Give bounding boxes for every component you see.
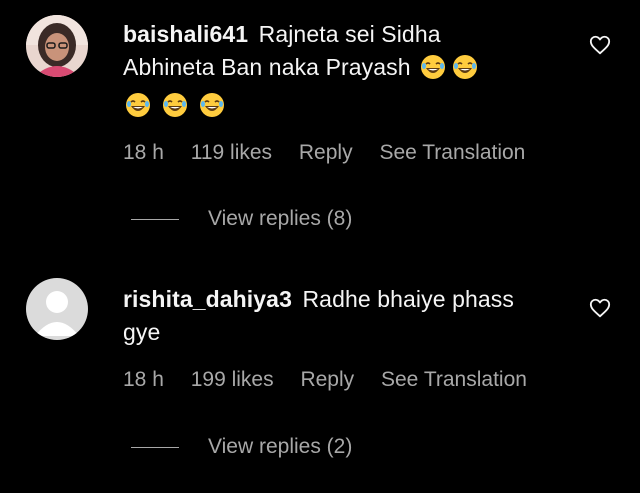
- comment-text: rishita_dahiya3 Radhe bhaiye phass gye: [123, 283, 553, 349]
- view-replies-label: View replies (8): [208, 207, 353, 230]
- view-replies-label: View replies (2): [208, 435, 353, 458]
- likes-count[interactable]: 199 likes: [191, 368, 274, 391]
- timestamp: 18 h: [123, 368, 164, 391]
- comment-text: baishali641 Rajneta sei Sidha Abhineta B…: [123, 18, 553, 127]
- comment-text-line1: Rajneta sei Sidha: [258, 21, 441, 47]
- username[interactable]: rishita_dahiya3: [123, 286, 292, 312]
- laughing-emoji-icon: [452, 54, 478, 89]
- laughing-emoji-icon: [162, 92, 188, 127]
- view-replies-button[interactable]: View replies (2): [131, 435, 352, 459]
- see-translation-button[interactable]: See Translation: [379, 141, 525, 164]
- laughing-emoji-icon: [420, 54, 446, 89]
- avatar[interactable]: [26, 15, 88, 77]
- user-photo-icon: [26, 15, 88, 77]
- divider-line: [131, 218, 179, 220]
- comment-item: rishita_dahiya3 Radhe bhaiye phass gye 1…: [0, 250, 640, 493]
- heart-icon[interactable]: [589, 297, 611, 319]
- comment-meta: 18 h 199 likes Reply See Translation: [123, 368, 548, 392]
- default-avatar-icon: [26, 278, 88, 340]
- heart-icon[interactable]: [589, 34, 611, 56]
- comment-text-line2: Abhineta Ban naka Prayash: [123, 54, 411, 80]
- see-translation-button[interactable]: See Translation: [381, 368, 527, 391]
- laughing-emoji-icon: [199, 92, 225, 127]
- comment-text-line2: gye: [123, 319, 161, 345]
- comment-item: baishali641 Rajneta sei Sidha Abhineta B…: [0, 0, 640, 250]
- reply-button[interactable]: Reply: [299, 141, 353, 164]
- avatar[interactable]: [26, 278, 88, 340]
- laughing-emoji-icon: [125, 92, 151, 127]
- comment-text-line1: Radhe bhaiye phass: [302, 286, 514, 312]
- likes-count[interactable]: 119 likes: [191, 141, 272, 164]
- username[interactable]: baishali641: [123, 21, 248, 47]
- divider-line: [131, 446, 179, 448]
- view-replies-button[interactable]: View replies (8): [131, 207, 352, 231]
- comment-meta: 18 h 119 likes Reply See Translation: [123, 141, 546, 165]
- timestamp: 18 h: [123, 141, 164, 164]
- reply-button[interactable]: Reply: [300, 368, 354, 391]
